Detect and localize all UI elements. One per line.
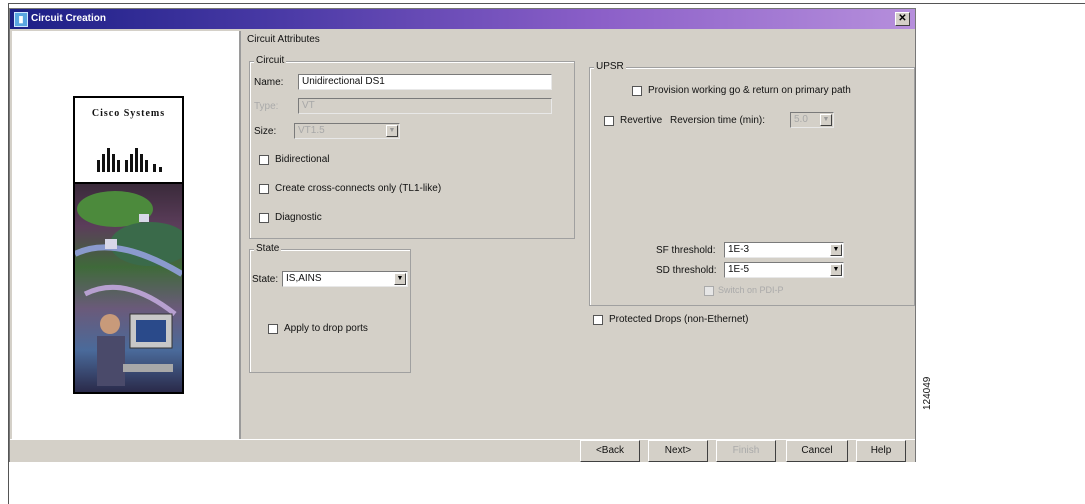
chevron-down-icon[interactable]: ▼: [830, 264, 842, 276]
type-field: VT: [298, 98, 552, 114]
revertive-checkbox[interactable]: [604, 116, 614, 126]
size-dropdown: VT1.5 ▼: [294, 123, 400, 139]
window-title: Circuit Creation: [31, 13, 107, 24]
close-button[interactable]: ✕: [895, 12, 910, 26]
button-bar: <Back Next> Finish Cancel Help: [10, 439, 915, 462]
cisco-logo: Cisco Systems: [73, 96, 184, 184]
sd-threshold-value: 1E-5: [728, 264, 750, 275]
provision-label: Provision working go & return on primary…: [648, 85, 851, 96]
switch-pdi-label: Switch on PDI-P: [718, 285, 784, 295]
state-label: State:: [252, 274, 279, 285]
provision-checkbox[interactable]: [632, 86, 642, 96]
cancel-button[interactable]: Cancel: [786, 440, 848, 462]
diagnostic-label: Diagnostic: [275, 212, 322, 223]
revertive-label: Revertive: [620, 115, 663, 126]
next-button[interactable]: Next>: [648, 440, 708, 462]
app-icon: ▮: [14, 12, 28, 27]
title-bar: ▮ Circuit Creation ✕: [10, 9, 915, 29]
state-dropdown[interactable]: IS,AINS ▼: [282, 271, 408, 287]
network-globe-icon: [75, 191, 182, 386]
apply-drop-ports-checkbox[interactable]: [268, 324, 278, 334]
state-group: State State: IS,AINS ▼ Apply to drop por…: [249, 243, 411, 373]
upsr-group: UPSR Provision working go & return on pr…: [589, 61, 915, 306]
bridge-logo-icon: [97, 148, 162, 172]
type-label: Type:: [254, 101, 279, 112]
size-value: VT1.5: [298, 125, 325, 136]
figure-number: 124049: [922, 376, 933, 410]
sf-threshold-dropdown[interactable]: 1E-3 ▼: [724, 242, 844, 258]
circuit-group: Circuit Name: Unidirectional DS1 Type: V…: [249, 55, 575, 239]
reversion-time-label: Reversion time (min):: [670, 115, 766, 126]
chevron-down-icon[interactable]: ▼: [394, 273, 406, 285]
name-label: Name:: [254, 77, 284, 88]
back-button[interactable]: <Back: [580, 440, 640, 462]
help-button[interactable]: Help: [856, 440, 906, 462]
panel-title: Circuit Attributes: [247, 34, 320, 45]
finish-button: Finish: [716, 440, 776, 462]
reversion-time-value: 5.0: [794, 114, 808, 125]
apply-drop-ports-label: Apply to drop ports: [284, 323, 368, 334]
sd-threshold-dropdown[interactable]: 1E-5 ▼: [724, 262, 844, 278]
circuit-attributes-pane: Circuit Attributes Circuit Name: Unidire…: [241, 31, 915, 439]
cross-connects-checkbox[interactable]: [259, 184, 269, 194]
state-group-title: State: [254, 243, 282, 254]
switch-pdi-checkbox: [704, 286, 714, 296]
chevron-down-icon[interactable]: ▼: [830, 244, 842, 256]
bidirectional-label: Bidirectional: [275, 154, 330, 165]
chevron-down-icon: ▼: [820, 114, 832, 126]
bidirectional-checkbox[interactable]: [259, 155, 269, 165]
circuit-group-title: Circuit: [254, 55, 287, 66]
circuit-creation-window: ▮ Circuit Creation ✕ Cisco Systems Circu…: [9, 8, 916, 462]
chevron-down-icon: ▼: [386, 125, 398, 137]
frame-border-top: [8, 3, 1085, 4]
sd-threshold-label: SD threshold:: [656, 265, 717, 276]
upsr-group-title: UPSR: [594, 61, 626, 72]
protected-drops-label: Protected Drops (non-Ethernet): [609, 314, 749, 325]
sf-threshold-value: 1E-3: [728, 244, 750, 255]
cross-connects-label: Create cross-connects only (TL1-like): [275, 183, 442, 194]
decorative-illustration: [73, 182, 184, 394]
diagnostic-checkbox[interactable]: [259, 213, 269, 223]
protected-drops-checkbox[interactable]: [593, 315, 603, 325]
sf-threshold-label: SF threshold:: [656, 245, 716, 256]
name-field[interactable]: Unidirectional DS1: [298, 74, 552, 90]
reversion-time-dropdown: 5.0 ▼: [790, 112, 834, 128]
wizard-side-panel: Cisco Systems: [12, 31, 241, 439]
size-label: Size:: [254, 126, 277, 137]
state-value: IS,AINS: [286, 273, 322, 284]
logo-text: Cisco Systems: [91, 108, 166, 119]
